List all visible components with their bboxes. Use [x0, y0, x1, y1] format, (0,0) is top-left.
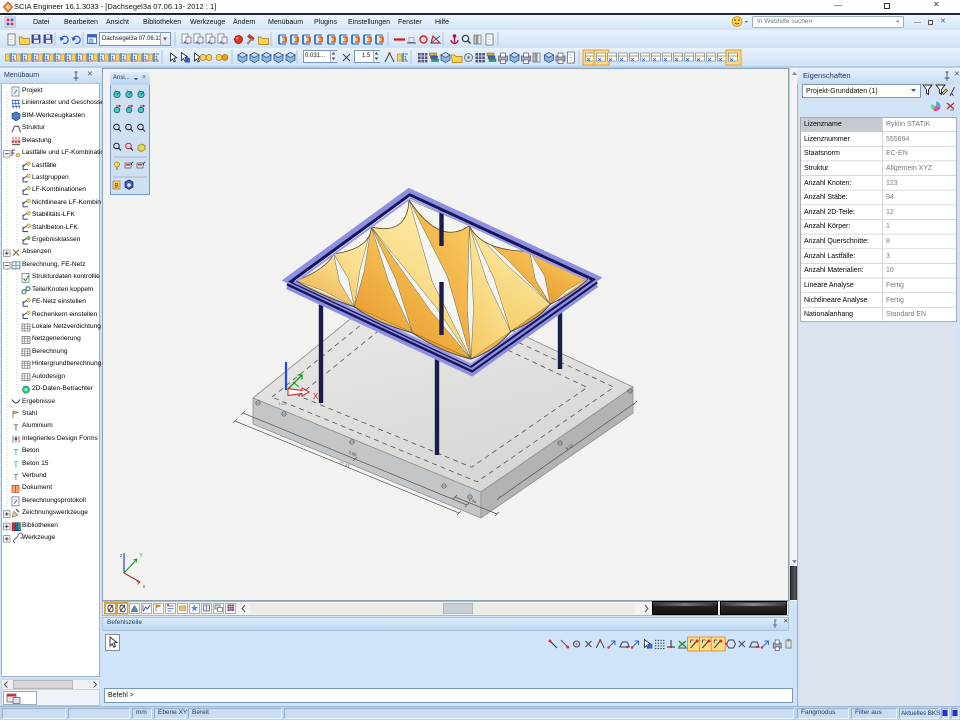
svg-text:1: 1: [133, 56, 136, 62]
svg-text:1: 1: [111, 56, 114, 62]
svg-text:x: x: [143, 584, 146, 590]
svg-text:1: 1: [67, 56, 70, 62]
svg-text:1: 1: [34, 56, 37, 62]
svg-text:1: 1: [45, 56, 48, 62]
svg-text:T: T: [14, 448, 19, 457]
svg-text:Y: Y: [139, 553, 143, 559]
svg-text:1: 1: [23, 56, 26, 62]
svg-text:1: 1: [89, 56, 92, 62]
svg-text:X: X: [313, 392, 319, 401]
svg-text:1: 1: [100, 56, 103, 62]
svg-text:T: T: [14, 461, 19, 470]
svg-text:1: 1: [78, 56, 81, 62]
svg-text:1: 1: [144, 56, 147, 62]
svg-text:T: T: [14, 423, 19, 432]
svg-text:1.04: 1.04: [278, 402, 285, 406]
svg-text:1: 1: [404, 56, 407, 62]
svg-text:B: B: [114, 183, 118, 190]
svg-text:1: 1: [56, 56, 59, 62]
svg-text:T: T: [14, 473, 19, 482]
svg-text:1: 1: [122, 56, 125, 62]
svg-text:z: z: [120, 553, 123, 559]
svg-text:1: 1: [155, 56, 158, 62]
svg-text:1: 1: [12, 56, 15, 62]
